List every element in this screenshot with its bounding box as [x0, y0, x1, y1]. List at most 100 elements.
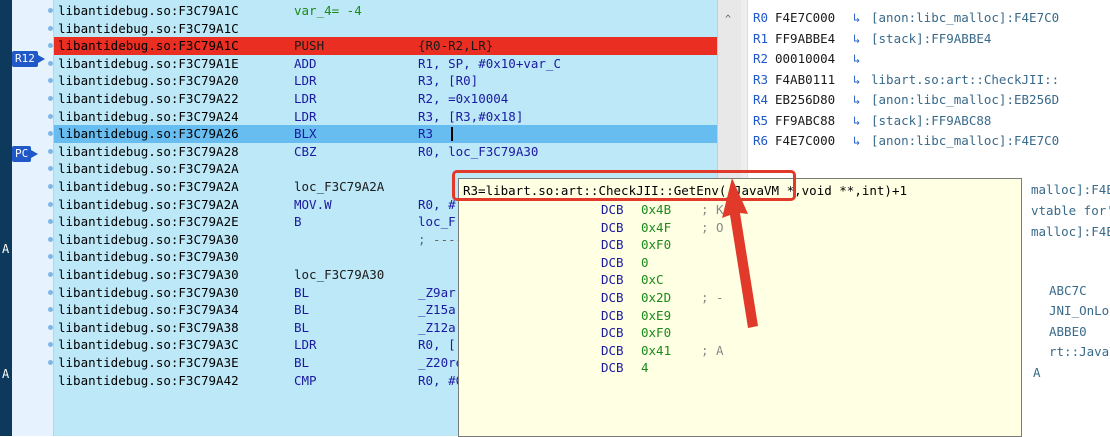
disasm-mnemonic: BL: [294, 284, 310, 300]
disasm-row[interactable]: libantidebug.so:F3C79A28 CBZ R0, loc_F3C79…: [54, 143, 717, 161]
register-row[interactable]: R3 F4AB0111 ↳ libart.so:art::CheckJII::: [753, 70, 1059, 91]
disasm-mnemonic: CMP: [294, 372, 317, 388]
disasm-mnemonic: BL: [294, 355, 310, 370]
tooltip-val: 0x41: [641, 342, 672, 358]
disasm-address: libantidebug.so:F3C79A2A: [58, 179, 239, 194]
disasm-mnemonic: loc_F3C79A2A: [294, 179, 385, 194]
disasm-address: libantidebug.so:F3C79A38: [58, 319, 239, 335]
register-marker-r12: R12: [12, 51, 45, 67]
register-value: 00010004: [775, 51, 836, 66]
disasm-row[interactable]: libantidebug.so:F3C79A1C PUSH {R0-R2,LR}: [54, 37, 717, 55]
disasm-address: libantidebug.so:F3C79A22: [58, 91, 239, 106]
disasm-row[interactable]: libantidebug.so:F3C79A1E ADD R1, SP, #0x10…: [54, 55, 717, 73]
disasm-operands: R0, [: [418, 337, 456, 353]
breakpoint-dot-icon[interactable]: [48, 96, 53, 101]
register-value: F4E7C000: [775, 133, 836, 148]
disasm-operands: R3, [R3,#0x18]: [418, 108, 524, 124]
breakpoint-dot-icon[interactable]: [48, 184, 53, 189]
jump-arrow-icon[interactable]: ↳: [853, 111, 871, 132]
breakpoint-dot-icon[interactable]: [48, 25, 53, 31]
disasm-mnemonic: loc_F3C79A30: [294, 267, 385, 282]
breakpoint-dot-icon[interactable]: [48, 131, 53, 137]
breakpoint-dot-icon[interactable]: [48, 272, 53, 277]
disasm-mnemonic: PUSH: [294, 38, 325, 54]
disasm-address: libantidebug.so:F3C79A24: [58, 108, 239, 124]
breakpoint-dot-icon[interactable]: [48, 324, 53, 330]
jump-arrow-icon[interactable]: ↳: [853, 29, 871, 50]
tooltip-dcb: DCB: [601, 360, 624, 376]
disasm-address: libantidebug.so:F3C79A30: [58, 267, 239, 282]
tooltip-val: 0xF0: [641, 237, 672, 253]
breakpoint-dot-icon[interactable]: [48, 113, 53, 119]
jump-arrow-icon[interactable]: ↳: [853, 8, 871, 29]
side-letter: A: [2, 367, 10, 381]
breakpoint-dot-icon[interactable]: [48, 307, 53, 313]
disasm-mnemonic: LDR: [294, 91, 317, 106]
tooltip-val: 0xF0: [641, 325, 672, 341]
register-value: EB256D80: [775, 92, 836, 107]
tooltip-dcb: DCB: [601, 307, 624, 323]
disasm-row[interactable]: libantidebug.so:F3C79A1C var_4= -4: [54, 2, 717, 20]
register-partial-text: A: [1033, 365, 1041, 380]
tooltip-dcb: DCB: [601, 202, 624, 217]
breakpoint-dot-icon[interactable]: [48, 254, 53, 260]
breakpoint-dot-icon[interactable]: [48, 360, 53, 365]
register-name: R1: [753, 30, 769, 46]
tooltip-dcb: DCB: [601, 290, 624, 305]
register-row[interactable]: R2 00010004 ↳: [753, 49, 871, 70]
tooltip-dcb: DCB: [601, 325, 624, 341]
disasm-address: libantidebug.so:F3C79A42: [58, 372, 239, 388]
disasm-address: libantidebug.so:F3C79A30: [58, 249, 239, 265]
tooltip-val: 0: [641, 254, 649, 270]
register-partial-text: rt::JavaVMExt:: [1049, 344, 1110, 359]
disasm-row[interactable]: libantidebug.so:F3C79A1C: [54, 20, 717, 38]
disasm-row[interactable]: libantidebug.so:F3C79A26 BLX R3: [54, 125, 717, 143]
scroll-up-icon[interactable]: ^: [725, 14, 731, 25]
disasm-mnemonic: CBZ: [294, 143, 317, 159]
breakpoint-dot-icon[interactable]: [48, 78, 53, 84]
breakpoint-dot-icon[interactable]: [48, 43, 53, 49]
tooltip-val: 4: [641, 360, 649, 376]
disassembly-gutter[interactable]: R12 PC: [12, 0, 54, 436]
breakpoint-dot-icon[interactable]: [48, 148, 53, 154]
register-value: F4E7C000: [775, 10, 836, 25]
register-name: R4: [753, 92, 769, 107]
disasm-row[interactable]: libantidebug.so:F3C79A22 LDR R2, =0x10004: [54, 90, 717, 108]
register-target: [anon:libc_malloc]:F4E7C0: [871, 133, 1060, 148]
register-row[interactable]: R4 EB256D80 ↳ [anon:libc_malloc]:EB256D: [753, 90, 1059, 111]
breakpoint-dot-icon[interactable]: [48, 236, 53, 242]
disasm-row[interactable]: libantidebug.so:F3C79A24 LDR R3, [R3,#0x18…: [54, 108, 717, 126]
register-target: [stack]:FF9ABBE4: [871, 30, 992, 46]
jump-arrow-icon[interactable]: ↳: [853, 90, 871, 111]
disasm-address: libantidebug.so:F3C79A30: [58, 284, 239, 300]
breakpoint-dot-icon[interactable]: [48, 8, 53, 13]
breakpoint-dot-icon[interactable]: [48, 60, 53, 66]
breakpoint-dot-icon[interactable]: [48, 219, 53, 225]
disasm-address: libantidebug.so:F3C79A3C: [58, 337, 239, 353]
register-row[interactable]: R0 F4E7C000 ↳ [anon:libc_malloc]:F4E7C0: [753, 8, 1059, 29]
disasm-operands: {R0-R2,LR}: [418, 38, 494, 54]
disasm-row[interactable]: libantidebug.so:F3C79A20 LDR R3, [R0]: [54, 72, 717, 90]
breakpoint-dot-icon[interactable]: [48, 289, 53, 295]
disasm-mnemonic: MOV.W: [294, 196, 332, 212]
disasm-mnemonic: BLX: [294, 126, 317, 142]
disasm-address: libantidebug.so:F3C79A34: [58, 302, 239, 318]
register-row[interactable]: R6 F4E7C000 ↳ [anon:libc_malloc]:F4E7C0: [753, 131, 1059, 152]
breakpoint-dot-icon[interactable]: [48, 166, 53, 172]
breakpoint-dot-icon[interactable]: [48, 342, 53, 348]
disasm-address: libantidebug.so:F3C79A2A: [58, 161, 239, 177]
disasm-address: libantidebug.so:F3C79A28: [58, 143, 239, 159]
disasm-operands: _Z12a: [418, 319, 456, 335]
register-row[interactable]: R1 FF9ABBE4 ↳ [stack]:FF9ABBE4: [753, 29, 991, 50]
jump-arrow-icon[interactable]: ↳: [853, 70, 871, 91]
tooltip-dcb: DCB: [601, 219, 624, 235]
jump-arrow-icon[interactable]: ↳: [853, 49, 871, 70]
breakpoint-dot-icon[interactable]: [48, 201, 53, 207]
disasm-operands: R0, loc_F3C79A30: [418, 143, 539, 159]
register-row[interactable]: R5 FF9ABC88 ↳ [stack]:FF9ABC88: [753, 111, 991, 132]
disasm-operands: R3: [418, 126, 434, 142]
register-target: [stack]:FF9ABC88: [871, 112, 992, 128]
register-target: [anon:libc_malloc]:EB256D: [871, 92, 1060, 107]
tooltip-dcb: DCB: [601, 342, 624, 358]
jump-arrow-icon[interactable]: ↳: [853, 131, 871, 152]
